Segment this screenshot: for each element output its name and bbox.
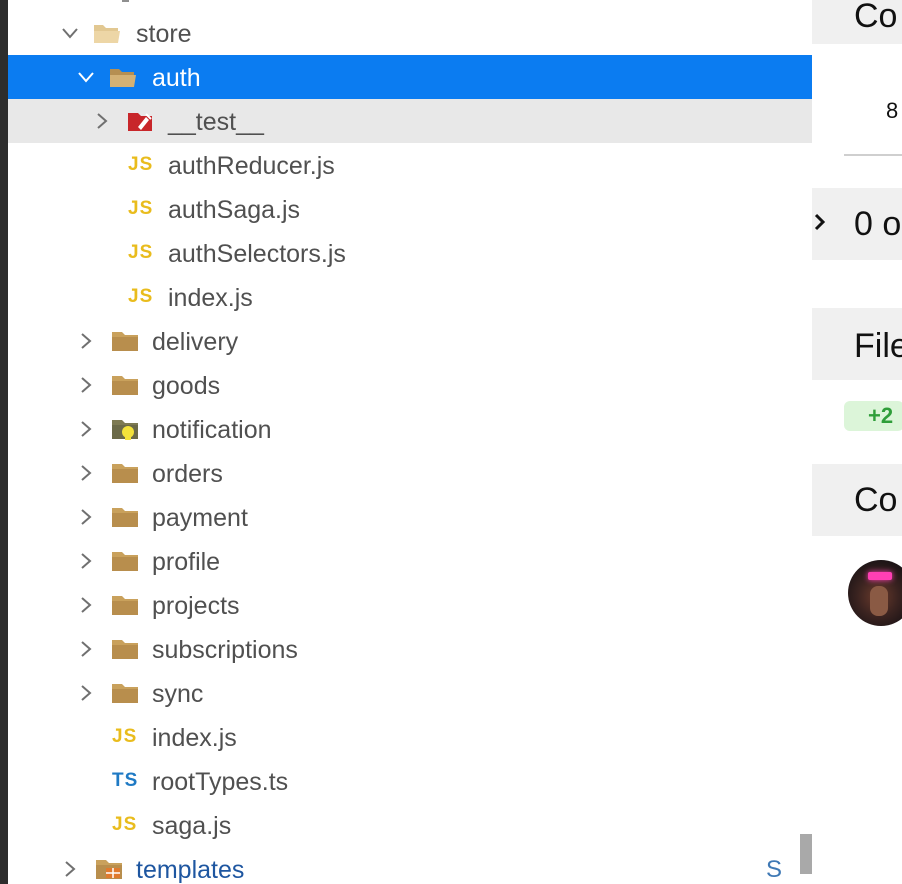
section-header: Co [812, 0, 902, 44]
diff-additions-badge: +2 [844, 401, 902, 431]
tree-folder-auth[interactable]: auth [8, 55, 812, 99]
tree-item-label: templates [136, 856, 245, 884]
typescript-file-icon: TS [112, 770, 139, 791]
window-edge [0, 0, 8, 884]
chevron-right-icon[interactable] [76, 683, 96, 703]
tree-item-label: goods [152, 372, 221, 400]
section-title: File [854, 327, 902, 365]
collapsible-section-header[interactable]: 0 o [812, 188, 902, 260]
tree-item-label: payment [152, 504, 248, 532]
chevron-right-icon[interactable] [812, 210, 830, 234]
tree-item-label: authSaga.js [168, 196, 301, 224]
tree-item-label: subscriptions [152, 636, 298, 664]
tree-item-label: sync [152, 680, 204, 708]
tree-item-label: rootTypes.ts [152, 768, 289, 796]
section-header: Co [812, 464, 902, 536]
tree-item-label: authReducer.js [168, 152, 335, 180]
file-explorer: store auth __test__ JS authReducer.js JS… [8, 0, 812, 884]
tree-folder-payment[interactable]: payment [8, 495, 812, 539]
previous-row-fragment [8, 0, 812, 10]
folder-icon [110, 373, 140, 397]
tree-file-authsaga[interactable]: JS authSaga.js [8, 187, 812, 231]
tree-file-store-index[interactable]: JS index.js [8, 715, 812, 759]
chevron-right-icon[interactable] [76, 375, 96, 395]
chevron-right-icon[interactable] [76, 639, 96, 659]
tree-item-label: delivery [152, 328, 239, 356]
folder-icon [110, 681, 140, 705]
tree-folder-sync[interactable]: sync [8, 671, 812, 715]
tree-folder-orders[interactable]: orders [8, 451, 812, 495]
section-title: 0 o [854, 205, 902, 243]
javascript-file-icon: JS [112, 726, 138, 747]
section-title: Co [854, 0, 898, 35]
tree-item-label: index.js [152, 724, 237, 752]
folder-icon [110, 593, 140, 617]
tree-item-label: projects [152, 592, 240, 620]
tree-folder-store[interactable]: store [8, 11, 812, 55]
folder-open-icon [92, 21, 122, 45]
section-body: 8 [812, 44, 902, 188]
chevron-right-icon[interactable] [92, 111, 112, 131]
javascript-file-icon: JS [112, 814, 138, 835]
section-value: 8 [886, 98, 899, 123]
javascript-file-icon: JS [128, 286, 154, 307]
tree-folder-subscriptions[interactable]: subscriptions [8, 627, 812, 671]
tree-item-label: notification [152, 416, 272, 444]
tree-file-saga[interactable]: JS saga.js [8, 803, 812, 847]
divider [844, 154, 902, 156]
tree-item-label: orders [152, 460, 223, 488]
javascript-file-icon: JS [128, 242, 154, 263]
tree-item-label: saga.js [152, 812, 232, 840]
chevron-right-icon[interactable] [76, 419, 96, 439]
tree-file-authreducer[interactable]: JS authReducer.js [8, 143, 812, 187]
tree-folder-notification[interactable]: notification [8, 407, 812, 451]
tree-folder-projects[interactable]: projects [8, 583, 812, 627]
tree-item-label: index.js [168, 284, 253, 312]
chevron-down-icon[interactable] [60, 23, 80, 43]
badge-text: +2 [868, 403, 894, 428]
tree-file-auth-index[interactable]: JS index.js [8, 275, 812, 319]
folder-icon [110, 637, 140, 661]
chevron-right-icon[interactable] [60, 859, 80, 879]
tree-item-label: __test__ [168, 108, 264, 136]
chevron-down-icon[interactable] [76, 67, 96, 87]
tree-folder-test[interactable]: __test__ [8, 99, 812, 143]
tree-file-authselectors[interactable]: JS authSelectors.js [8, 231, 812, 275]
folder-icon [110, 329, 140, 353]
folder-icon [110, 461, 140, 485]
notification-folder-icon [110, 417, 140, 441]
tree-folder-templates[interactable]: templates S [8, 847, 812, 884]
chevron-right-icon[interactable] [76, 507, 96, 527]
section-gap [812, 260, 902, 308]
test-folder-icon [126, 109, 156, 133]
tree-item-label: store [136, 20, 192, 48]
git-status-badge: S [765, 856, 782, 883]
chevron-right-icon[interactable] [76, 331, 96, 351]
folder-icon [110, 505, 140, 529]
folder-open-icon [108, 65, 138, 89]
scrollbar-thumb[interactable] [800, 834, 812, 874]
chevron-right-icon[interactable] [76, 595, 96, 615]
chevron-right-icon[interactable] [76, 551, 96, 571]
tree-item-label: authSelectors.js [168, 240, 346, 268]
chevron-right-icon[interactable] [76, 463, 96, 483]
tree-folder-profile[interactable]: profile [8, 539, 812, 583]
section-title: Co [854, 481, 898, 519]
tree-item-label: profile [152, 548, 221, 576]
right-panel: Co 8 0 o File +2 Co [812, 0, 902, 884]
section-header: File [812, 308, 902, 380]
folder-icon [110, 549, 140, 573]
tree-item-label: auth [152, 64, 201, 92]
templates-folder-icon [94, 857, 124, 881]
tree-file-roottypes[interactable]: TS rootTypes.ts [8, 759, 812, 803]
javascript-file-icon: JS [128, 154, 154, 175]
javascript-file-icon: JS [128, 198, 154, 219]
tree-folder-goods[interactable]: goods [8, 363, 812, 407]
tree-folder-delivery[interactable]: delivery [8, 319, 812, 363]
